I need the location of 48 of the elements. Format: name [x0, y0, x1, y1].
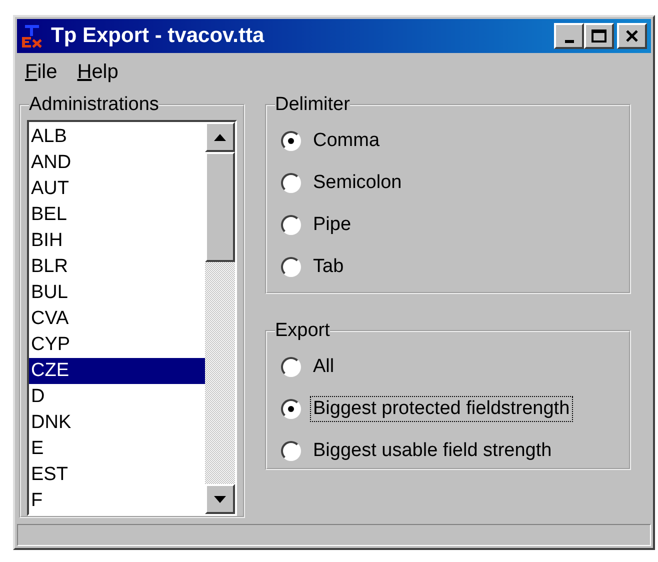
radio-button[interactable] — [281, 357, 301, 377]
down-arrow-icon — [214, 496, 226, 502]
list-item[interactable]: AUT — [29, 176, 205, 202]
list-item[interactable]: BIH — [29, 228, 205, 254]
radio-button[interactable] — [281, 131, 301, 151]
list-item[interactable]: F — [29, 488, 205, 514]
radio-button[interactable] — [281, 399, 301, 419]
option-label: Biggest usable field strength — [312, 439, 553, 463]
scrollbar[interactable] — [205, 122, 235, 514]
option-label: Semicolon — [312, 171, 403, 195]
list-item[interactable]: CZE — [29, 358, 205, 384]
group-label: Delimiter — [275, 94, 350, 116]
close-button[interactable] — [617, 23, 647, 49]
scroll-down-button[interactable] — [205, 484, 235, 514]
option-label: Biggest protected fieldstrength — [311, 397, 572, 421]
list-item[interactable]: CVA — [29, 306, 205, 332]
radio-button[interactable] — [281, 257, 301, 277]
list-item[interactable]: EST — [29, 462, 205, 488]
radio-button[interactable] — [281, 173, 301, 193]
list-item[interactable]: BUL — [29, 280, 205, 306]
menu-item[interactable]: Help — [77, 61, 118, 84]
option-label: All — [312, 355, 336, 379]
list-item[interactable]: DNK — [29, 410, 205, 436]
app-icon — [21, 24, 43, 48]
window-title: Tp Export - tvacov.tta — [51, 24, 266, 48]
list-item[interactable]: BLR — [29, 254, 205, 280]
scroll-thumb[interactable] — [205, 152, 235, 262]
menu-item[interactable]: File — [25, 61, 58, 84]
radio-button[interactable] — [281, 215, 301, 235]
maximize-button[interactable] — [584, 23, 614, 49]
list-item[interactable]: AND — [29, 150, 205, 176]
list-item[interactable]: E — [29, 436, 205, 462]
up-arrow-icon — [214, 134, 226, 140]
minimize-icon — [564, 40, 574, 42]
radio-button[interactable] — [281, 441, 301, 461]
minimize-button[interactable] — [554, 23, 584, 49]
list-item[interactable]: ALB — [29, 124, 205, 150]
group-label: Administrations — [29, 94, 159, 116]
list-item[interactable]: CYP — [29, 332, 205, 358]
list-item[interactable]: D — [29, 384, 205, 410]
close-icon — [625, 29, 639, 43]
option-label: Comma — [312, 129, 381, 153]
list-item[interactable]: BEL — [29, 202, 205, 228]
option-label: Pipe — [312, 213, 352, 237]
option-label: Tab — [312, 255, 345, 279]
group-label: Export — [275, 320, 330, 342]
scroll-up-button[interactable] — [205, 122, 235, 152]
maximize-icon — [591, 29, 607, 43]
